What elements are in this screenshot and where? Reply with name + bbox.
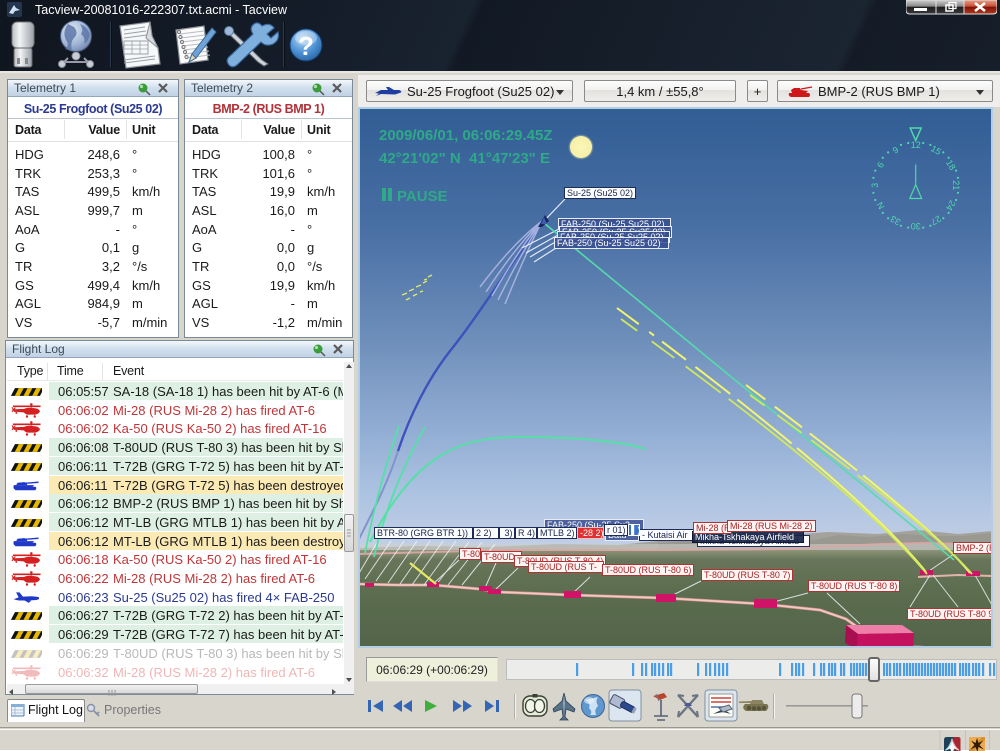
svg-text:?: ? [298,31,314,61]
svg-text:30: 30 [911,221,921,231]
svg-text:3: 3 [870,183,880,188]
svg-text:21: 21 [951,180,961,190]
